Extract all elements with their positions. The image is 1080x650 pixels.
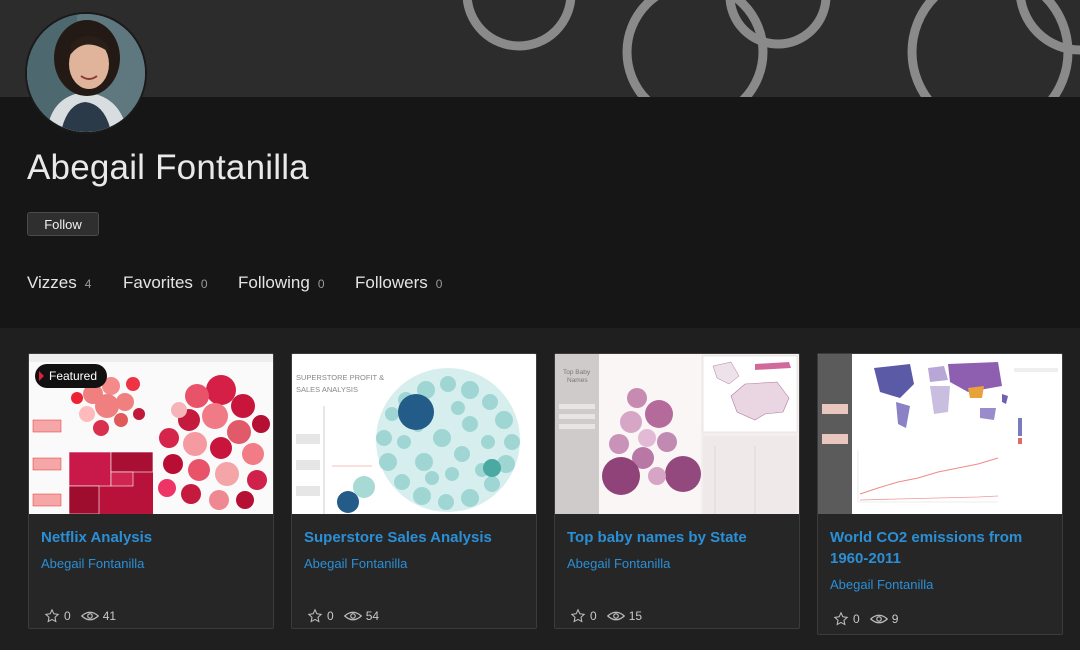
favorite-count: 0 bbox=[327, 609, 334, 623]
profile-name: Abegail Fontanilla bbox=[27, 148, 309, 187]
viz-stats: 0 15 bbox=[570, 608, 642, 624]
viz-title[interactable]: World CO2 emissions from 1960-2011 bbox=[830, 527, 1052, 569]
thumbnail-heading-line2: SALES ANALYSIS bbox=[296, 385, 358, 394]
profile-banner bbox=[0, 0, 1080, 97]
viz-thumbnail[interactable]: Top Baby Names bbox=[555, 354, 799, 514]
stat-favorites[interactable]: Favorites 0 bbox=[123, 273, 208, 293]
viz-card: SUPERSTORE PROFIT & SALES ANALYSIS Super… bbox=[291, 353, 537, 629]
viz-thumbnail[interactable] bbox=[818, 354, 1062, 514]
viz-thumbnail[interactable]: SUPERSTORE PROFIT & SALES ANALYSIS bbox=[292, 354, 536, 514]
viz-author[interactable]: Abegail Fontanilla bbox=[41, 556, 144, 571]
viz-author[interactable]: Abegail Fontanilla bbox=[304, 556, 407, 571]
eye-icon bbox=[606, 611, 625, 621]
star-outline-icon[interactable] bbox=[44, 608, 60, 624]
stat-label: Favorites bbox=[123, 273, 193, 292]
viz-author[interactable]: Abegail Fontanilla bbox=[830, 577, 933, 592]
stat-followers[interactable]: Followers 0 bbox=[355, 273, 442, 293]
view-count: 9 bbox=[891, 612, 899, 626]
stat-label: Followers bbox=[355, 273, 428, 292]
view-count: 41 bbox=[102, 609, 117, 623]
thumbnail-heading-line2: Names bbox=[567, 377, 588, 384]
viz-stats: 0 54 bbox=[307, 608, 379, 624]
featured-badge: Featured bbox=[35, 364, 108, 388]
viz-card: World CO2 emissions from 1960-2011 Abega… bbox=[817, 353, 1063, 635]
star-outline-icon[interactable] bbox=[833, 611, 849, 627]
viz-title[interactable]: Netflix Analysis bbox=[41, 527, 263, 548]
favorite-count: 0 bbox=[64, 609, 71, 623]
badge-marker-icon bbox=[39, 371, 44, 381]
viz-card: Top Baby Names Top baby names by State A… bbox=[554, 353, 800, 629]
thumbnail-heading: SUPERSTORE PROFIT & bbox=[296, 373, 384, 382]
favorite-count: 0 bbox=[853, 612, 860, 626]
favorite-count: 0 bbox=[590, 609, 597, 623]
thumbnail-heading: Top Baby bbox=[563, 369, 591, 376]
featured-badge-label: Featured bbox=[49, 369, 98, 383]
viz-thumbnail[interactable]: Featured bbox=[29, 354, 273, 514]
bubble-map-thumbnail-icon: Top Baby Names bbox=[555, 354, 799, 514]
bubble-cluster-thumbnail-icon: SUPERSTORE PROFIT & SALES ANALYSIS bbox=[292, 354, 536, 514]
banner-circles-decoration bbox=[462, 0, 1080, 97]
viz-title[interactable]: Superstore Sales Analysis bbox=[304, 527, 526, 548]
view-count: 15 bbox=[628, 609, 643, 623]
follow-button[interactable]: Follow bbox=[27, 212, 99, 236]
profile-photo-icon bbox=[27, 14, 145, 132]
stat-label: Vizzes bbox=[27, 273, 77, 292]
stat-count: 4 bbox=[84, 277, 92, 291]
viz-card: Featured Netflix Analysis Abegail Fontan… bbox=[28, 353, 274, 629]
view-count: 54 bbox=[365, 609, 380, 623]
stat-label: Following bbox=[238, 273, 310, 292]
viz-title[interactable]: Top baby names by State bbox=[567, 527, 789, 548]
eye-icon bbox=[869, 614, 888, 624]
stat-count: 0 bbox=[317, 277, 325, 291]
viz-author[interactable]: Abegail Fontanilla bbox=[567, 556, 670, 571]
eye-icon bbox=[343, 611, 362, 621]
stat-vizzes[interactable]: Vizzes 4 bbox=[27, 273, 91, 293]
stat-count: 0 bbox=[435, 277, 443, 291]
star-outline-icon[interactable] bbox=[307, 608, 323, 624]
stat-following[interactable]: Following 0 bbox=[238, 273, 325, 293]
eye-icon bbox=[80, 611, 99, 621]
viz-stats: 0 9 bbox=[833, 611, 898, 627]
viz-stats: 0 41 bbox=[44, 608, 116, 624]
star-outline-icon[interactable] bbox=[570, 608, 586, 624]
stat-count: 0 bbox=[200, 277, 208, 291]
avatar bbox=[27, 14, 145, 132]
profile-header bbox=[0, 97, 1080, 328]
world-map-line-thumbnail-icon bbox=[818, 354, 1062, 514]
